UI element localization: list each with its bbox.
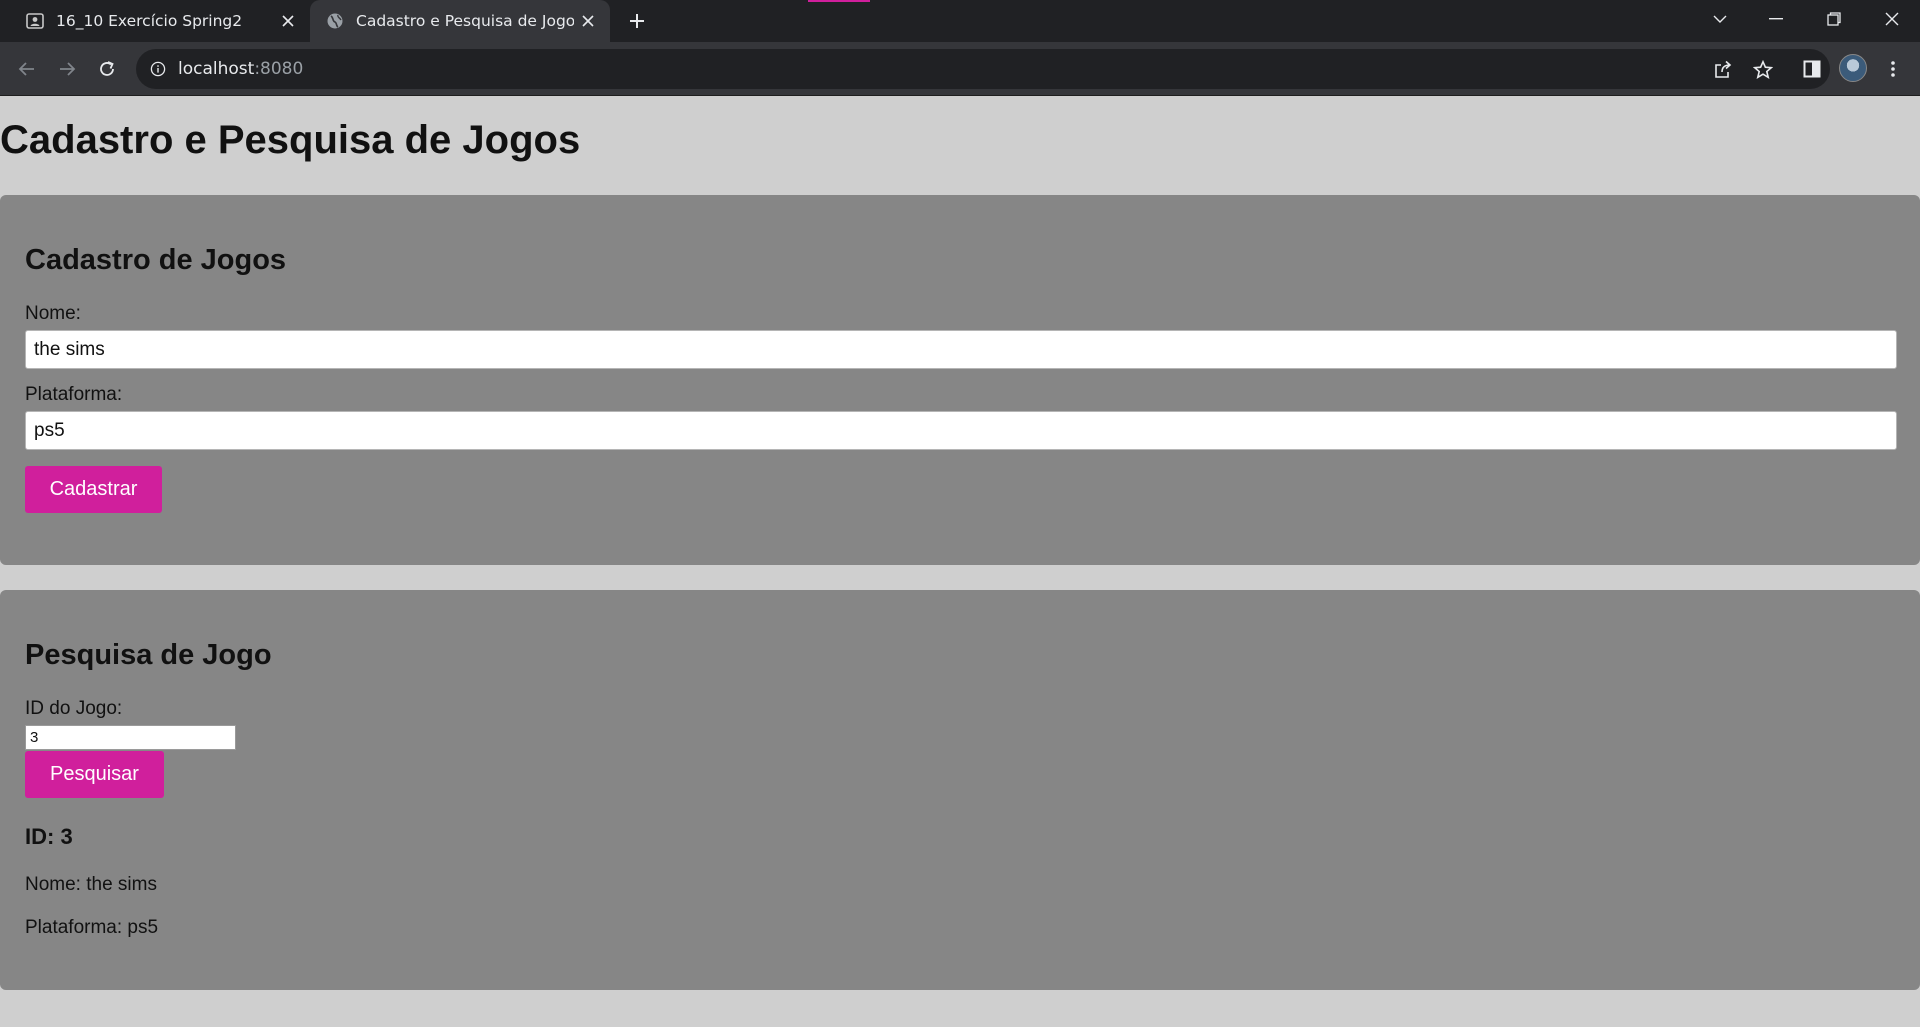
tab-cadastro[interactable]: Cadastro e Pesquisa de Jogos [310,0,610,42]
id-jogo-label: ID do Jogo: [25,698,123,719]
side-panel-icon[interactable] [1798,55,1826,83]
tab-title: 16_10 Exercício Spring2 [56,12,243,30]
tab-title: Cadastro e Pesquisa de Jogos [356,12,574,30]
nome-label: Nome: [25,303,81,324]
page-title: Cadastro e Pesquisa de Jogos [0,118,581,162]
nome-input[interactable]: the sims [25,330,1897,369]
plataforma-label: Plataforma: [25,384,123,405]
cadastro-heading: Cadastro de Jogos [25,244,287,276]
share-icon[interactable] [1712,59,1734,81]
url-port: :8080 [254,59,304,79]
more-menu-icon[interactable] [1879,55,1907,83]
result-plataforma: Plataforma: ps5 [25,917,159,938]
result-nome: Nome: the sims [25,874,157,895]
tab-strip: 16_10 Exercício Spring2 Cadastro e Pesqu… [0,0,1920,42]
close-tab-icon[interactable] [574,7,602,35]
person-card-icon [24,10,46,32]
close-window-icon[interactable] [1864,0,1920,38]
result-id: ID: 3 [25,824,73,849]
tab-exercicio[interactable]: 16_10 Exercício Spring2 [10,0,310,42]
pesquisa-heading: Pesquisa de Jogo [25,639,272,671]
new-tab-icon[interactable] [622,6,652,36]
url-text: localhost:8080 [178,59,303,79]
plataforma-input[interactable]: ps5 [25,411,1897,450]
profile-avatar[interactable] [1839,54,1867,82]
cadastrar-button[interactable]: Cadastrar [25,466,162,513]
browser-toolbar: localhost:8080 [0,42,1920,96]
cadastro-panel: Cadastro de Jogos Nome: the sims Platafo… [0,195,1920,565]
tab-group-indicator [808,0,870,2]
address-bar[interactable]: localhost:8080 [136,49,1830,89]
page-content: Cadastro e Pesquisa de Jogos Cadastro de… [0,96,1920,1027]
id-jogo-input[interactable]: 3 [25,725,236,750]
back-icon[interactable] [11,53,43,85]
close-tab-icon[interactable] [274,7,302,35]
pesquisa-panel: Pesquisa de Jogo ID do Jogo: 3 Pesquisar… [0,590,1920,990]
reload-icon[interactable] [91,53,123,85]
minimize-icon[interactable] [1748,0,1804,38]
bookmark-star-icon[interactable] [1752,59,1774,81]
pesquisar-button[interactable]: Pesquisar [25,751,164,798]
restore-icon[interactable] [1806,0,1862,38]
forward-icon[interactable] [51,53,83,85]
globe-icon [324,10,346,32]
site-info-icon[interactable] [148,59,168,79]
tab-search-chevron-icon[interactable] [1692,0,1748,38]
url-host: localhost [178,59,255,79]
